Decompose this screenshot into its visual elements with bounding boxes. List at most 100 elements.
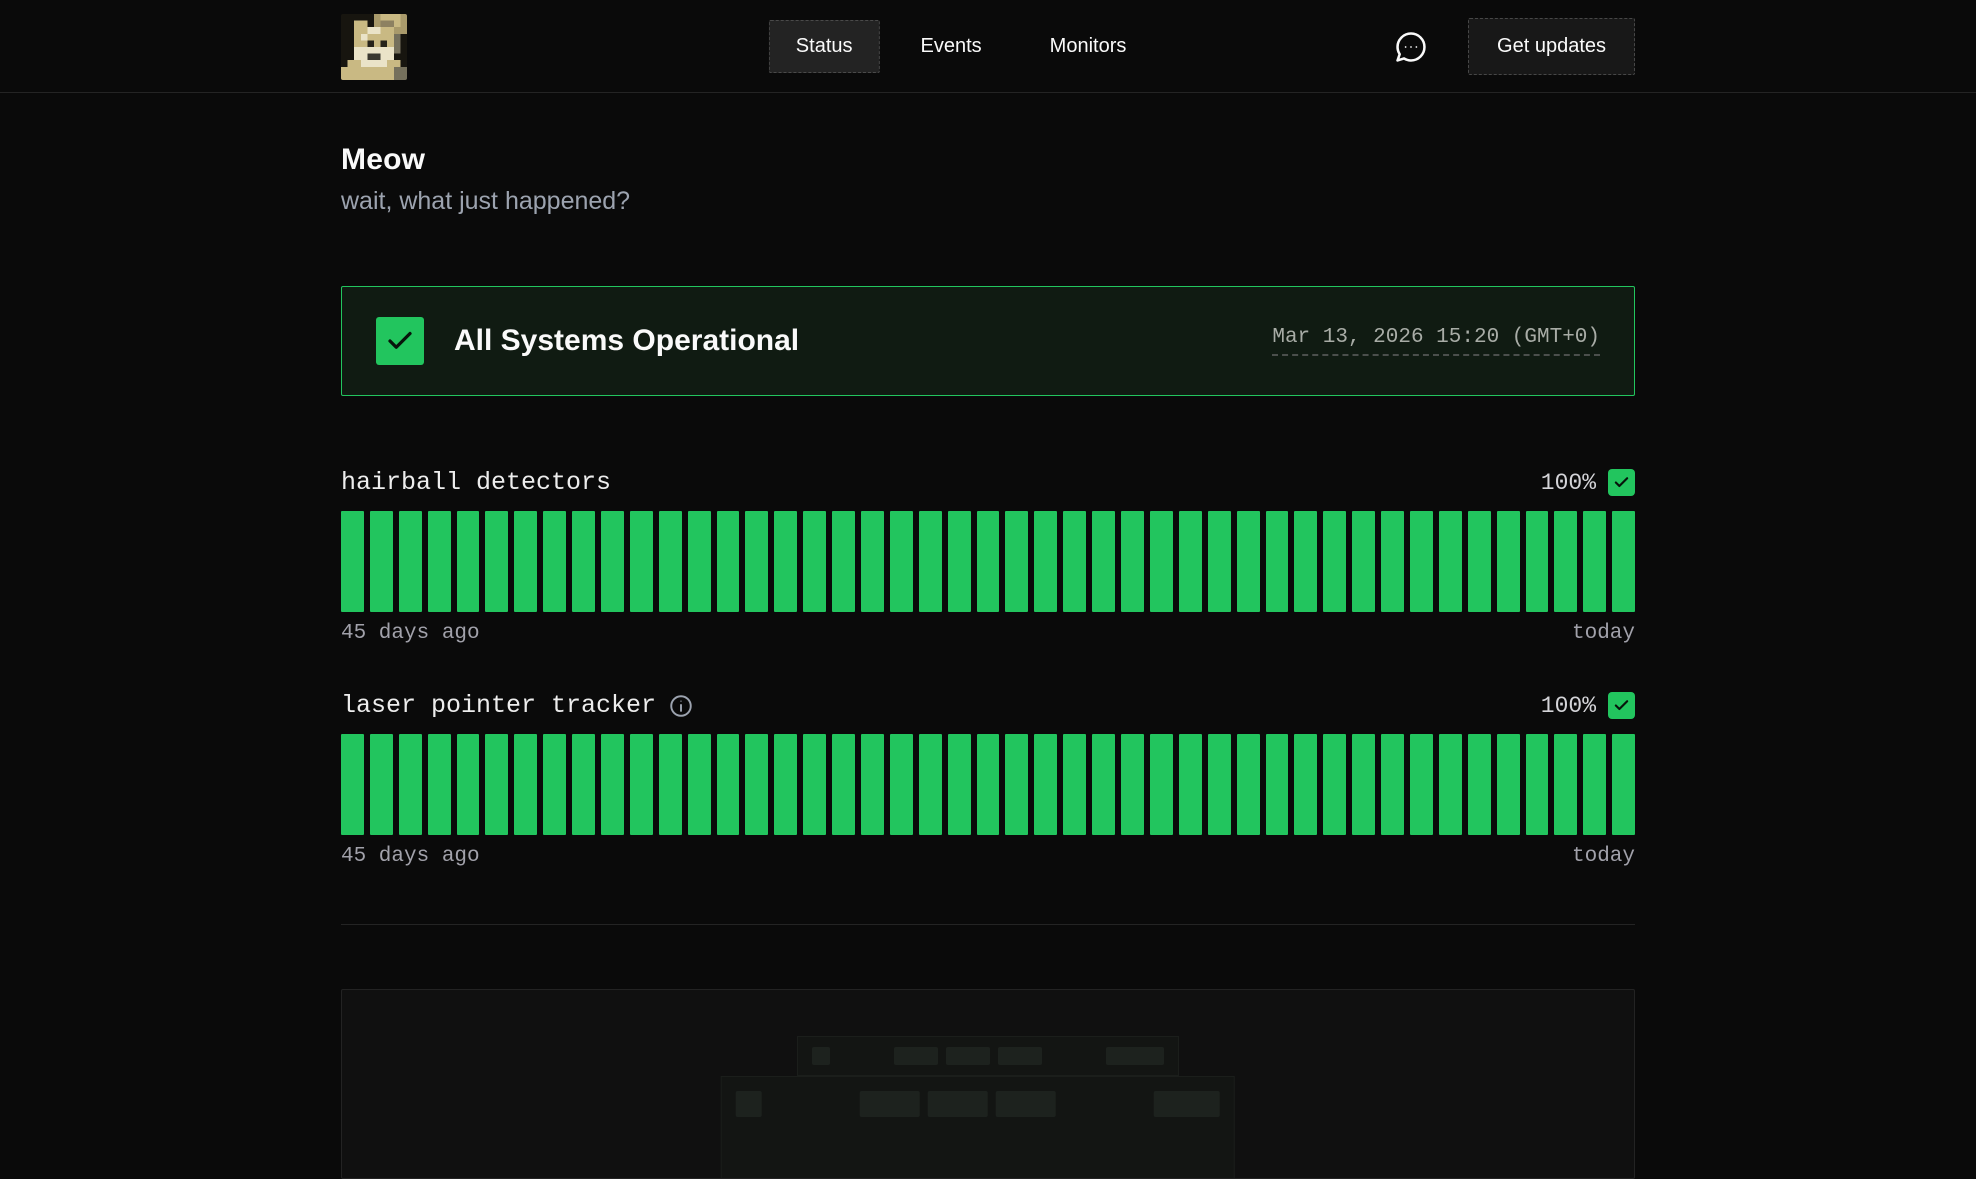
uptime-bar[interactable] bbox=[1583, 511, 1606, 612]
uptime-bar[interactable] bbox=[485, 511, 508, 612]
uptime-bar[interactable] bbox=[803, 511, 826, 612]
uptime-bar[interactable] bbox=[1034, 734, 1057, 835]
uptime-bar[interactable] bbox=[1150, 734, 1173, 835]
uptime-bar[interactable] bbox=[1612, 734, 1635, 835]
uptime-bar[interactable] bbox=[457, 734, 480, 835]
uptime-bar[interactable] bbox=[659, 734, 682, 835]
feedback-chat-button[interactable] bbox=[1388, 24, 1434, 70]
uptime-bar[interactable] bbox=[485, 734, 508, 835]
uptime-bar[interactable] bbox=[428, 734, 451, 835]
uptime-bar[interactable] bbox=[977, 511, 1000, 612]
uptime-bar[interactable] bbox=[1526, 734, 1549, 835]
uptime-bar[interactable] bbox=[341, 511, 364, 612]
uptime-bar[interactable] bbox=[861, 511, 884, 612]
uptime-bar[interactable] bbox=[1266, 511, 1289, 612]
uptime-bar[interactable] bbox=[514, 734, 537, 835]
uptime-bar[interactable] bbox=[1063, 511, 1086, 612]
uptime-bar[interactable] bbox=[919, 511, 942, 612]
uptime-bar[interactable] bbox=[1208, 511, 1231, 612]
uptime-bar[interactable] bbox=[630, 511, 653, 612]
uptime-bar[interactable] bbox=[1063, 734, 1086, 835]
uptime-bar[interactable] bbox=[948, 511, 971, 612]
uptime-bar[interactable] bbox=[803, 734, 826, 835]
uptime-bar[interactable] bbox=[1237, 511, 1260, 612]
uptime-bar[interactable] bbox=[1497, 511, 1520, 612]
uptime-bar[interactable] bbox=[890, 511, 913, 612]
uptime-bar[interactable] bbox=[1179, 511, 1202, 612]
uptime-bar[interactable] bbox=[1468, 734, 1491, 835]
uptime-bar[interactable] bbox=[832, 511, 855, 612]
uptime-bar[interactable] bbox=[1150, 511, 1173, 612]
uptime-bar[interactable] bbox=[1381, 734, 1404, 835]
get-updates-button[interactable]: Get updates bbox=[1468, 18, 1635, 75]
uptime-bar[interactable] bbox=[341, 734, 364, 835]
uptime-bar[interactable] bbox=[717, 734, 740, 835]
uptime-bar[interactable] bbox=[1612, 511, 1635, 612]
uptime-bar[interactable] bbox=[428, 511, 451, 612]
uptime-bar[interactable] bbox=[370, 511, 393, 612]
uptime-bar[interactable] bbox=[1092, 511, 1115, 612]
uptime-bar[interactable] bbox=[399, 734, 422, 835]
uptime-bar[interactable] bbox=[1554, 511, 1577, 612]
uptime-bar[interactable] bbox=[1121, 734, 1144, 835]
uptime-bar[interactable] bbox=[1237, 734, 1260, 835]
uptime-bar[interactable] bbox=[1439, 734, 1462, 835]
uptime-bar[interactable] bbox=[1294, 511, 1317, 612]
uptime-bar[interactable] bbox=[774, 511, 797, 612]
uptime-bar[interactable] bbox=[601, 511, 624, 612]
uptime-bar[interactable] bbox=[745, 511, 768, 612]
uptime-bar[interactable] bbox=[861, 734, 884, 835]
uptime-bar[interactable] bbox=[1034, 511, 1057, 612]
uptime-bar[interactable] bbox=[572, 734, 595, 835]
uptime-bar[interactable] bbox=[543, 511, 566, 612]
uptime-bar[interactable] bbox=[1179, 734, 1202, 835]
uptime-bar[interactable] bbox=[572, 511, 595, 612]
uptime-bar[interactable] bbox=[543, 734, 566, 835]
cat-logo[interactable] bbox=[341, 14, 407, 80]
uptime-bar[interactable] bbox=[370, 734, 393, 835]
uptime-bar[interactable] bbox=[774, 734, 797, 835]
tab-status[interactable]: Status bbox=[769, 20, 880, 73]
uptime-bar[interactable] bbox=[832, 734, 855, 835]
preview-pill bbox=[928, 1091, 988, 1117]
uptime-bar[interactable] bbox=[919, 734, 942, 835]
uptime-bar[interactable] bbox=[1439, 511, 1462, 612]
uptime-bar[interactable] bbox=[399, 511, 422, 612]
uptime-bar[interactable] bbox=[948, 734, 971, 835]
tab-monitors[interactable]: Monitors bbox=[1023, 20, 1154, 73]
uptime-bar[interactable] bbox=[659, 511, 682, 612]
uptime-bar[interactable] bbox=[688, 511, 711, 612]
uptime-bar[interactable] bbox=[1121, 511, 1144, 612]
uptime-bar[interactable] bbox=[688, 734, 711, 835]
uptime-bar[interactable] bbox=[514, 511, 537, 612]
uptime-bar[interactable] bbox=[977, 734, 1000, 835]
uptime-bar[interactable] bbox=[1381, 511, 1404, 612]
uptime-bar[interactable] bbox=[1005, 511, 1028, 612]
uptime-bar[interactable] bbox=[1323, 734, 1346, 835]
uptime-bar[interactable] bbox=[890, 734, 913, 835]
uptime-bar[interactable] bbox=[1583, 734, 1606, 835]
uptime-bar[interactable] bbox=[1323, 511, 1346, 612]
uptime-bar[interactable] bbox=[457, 511, 480, 612]
uptime-bar[interactable] bbox=[1352, 511, 1375, 612]
uptime-bar[interactable] bbox=[630, 734, 653, 835]
uptime-bar[interactable] bbox=[717, 511, 740, 612]
uptime-percent: 100% bbox=[1541, 693, 1596, 719]
uptime-bar[interactable] bbox=[745, 734, 768, 835]
uptime-bar[interactable] bbox=[1092, 734, 1115, 835]
uptime-bar[interactable] bbox=[1410, 734, 1433, 835]
status-timestamp[interactable]: Mar 13, 2026 15:20 (GMT+0) bbox=[1272, 326, 1600, 356]
uptime-bar[interactable] bbox=[1410, 511, 1433, 612]
uptime-bar[interactable] bbox=[1526, 511, 1549, 612]
uptime-bar[interactable] bbox=[1352, 734, 1375, 835]
uptime-bar[interactable] bbox=[1005, 734, 1028, 835]
uptime-bar[interactable] bbox=[601, 734, 624, 835]
uptime-bar[interactable] bbox=[1554, 734, 1577, 835]
uptime-bar[interactable] bbox=[1497, 734, 1520, 835]
uptime-bar[interactable] bbox=[1266, 734, 1289, 835]
info-icon[interactable] bbox=[668, 693, 694, 719]
tab-events[interactable]: Events bbox=[894, 20, 1009, 73]
uptime-bar[interactable] bbox=[1208, 734, 1231, 835]
uptime-bar[interactable] bbox=[1294, 734, 1317, 835]
uptime-bar[interactable] bbox=[1468, 511, 1491, 612]
